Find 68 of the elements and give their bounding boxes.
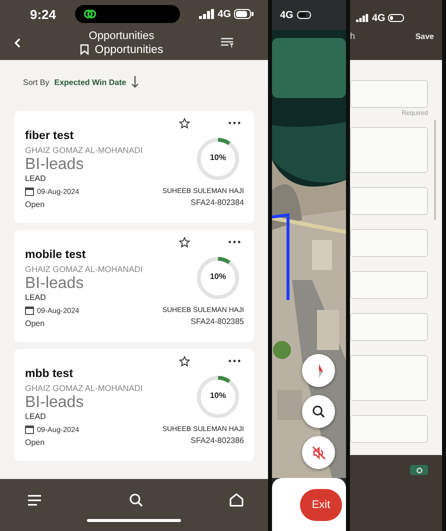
back-icon[interactable] [14,36,22,48]
type-label: LEAD [25,412,47,421]
percent-label: 10% [208,153,227,162]
win-probability-ring [195,374,241,420]
sort-field[interactable]: Expected Win Date [54,78,126,86]
input-field[interactable] [350,415,428,443]
opportunity-number: SFA24-802384 [190,198,244,207]
sort-label: Sort By [23,78,50,86]
network-label: 4G [218,8,231,20]
source-label: BI-leads [25,394,85,412]
input-field[interactable] [350,127,428,173]
type-label: LEAD [25,174,47,183]
battery-icon [388,14,406,22]
input-field[interactable] [350,229,428,257]
source-label: BI-leads [25,156,85,174]
status-label: Open [25,200,46,209]
opportunity-name: mbb test [25,368,74,380]
save-button[interactable]: Save [415,32,434,40]
percent-label: 10% [208,391,227,400]
opportunity-number: SFA24-802386 [190,436,244,445]
opportunity-name: mobile test [25,249,87,261]
calendar-icon [25,425,34,434]
battery-icon [234,9,254,19]
input-field[interactable] [350,187,428,215]
menu-icon[interactable] [28,494,42,506]
source-label: BI-leads [25,275,85,293]
type-label: LEAD [25,293,47,302]
input-field[interactable] [350,355,428,401]
account-name: GHAIZ GOMAZ AL-MOHANADI [25,145,143,155]
account-name: GHAIZ GOMAZ AL-MOHANADI [25,383,143,393]
opportunity-number: SFA24-802385 [190,317,244,326]
status-label: Open [25,438,46,447]
link-icon [82,7,97,21]
battery-icon [297,11,314,19]
calendar-icon [25,306,34,315]
status-label: Open [25,319,46,328]
calendar-icon [25,187,34,196]
muted-sound-icon [312,446,326,460]
network-label: 4G [372,12,386,24]
star-icon[interactable] [179,118,190,128]
search-icon[interactable] [128,493,142,507]
star-icon[interactable] [179,356,190,366]
status-time: 9:24 [30,6,56,22]
star-icon[interactable] [179,236,190,248]
opportunity-name: fiber test [25,130,75,142]
more-icon[interactable] [228,121,241,125]
more-icon[interactable] [228,240,241,244]
win-probability-ring [195,255,241,301]
network-label: 4G [280,10,294,20]
search-icon [312,405,325,418]
sort-arrow-icon[interactable] [131,76,140,88]
settings-button[interactable] [410,465,428,475]
signal-icon [356,14,369,22]
saved-search-label[interactable]: Opportunities [94,44,164,56]
percent-label: 10% [208,272,227,281]
more-icon[interactable] [228,359,241,363]
input-field[interactable] [350,313,428,341]
filter-list-icon[interactable] [221,37,234,48]
home-icon[interactable] [229,493,244,507]
bookmark-icon [80,44,89,55]
win-probability-ring [195,136,241,182]
input-field[interactable] [350,271,428,299]
page-title: Opportunities [88,30,154,42]
search-label[interactable]: h [350,31,356,41]
input-field[interactable] [350,80,428,108]
account-name: GHAIZ GOMAZ AL-MOHANADI [25,264,143,274]
exit-button[interactable]: Exit [300,488,342,520]
signal-icon [198,9,215,19]
